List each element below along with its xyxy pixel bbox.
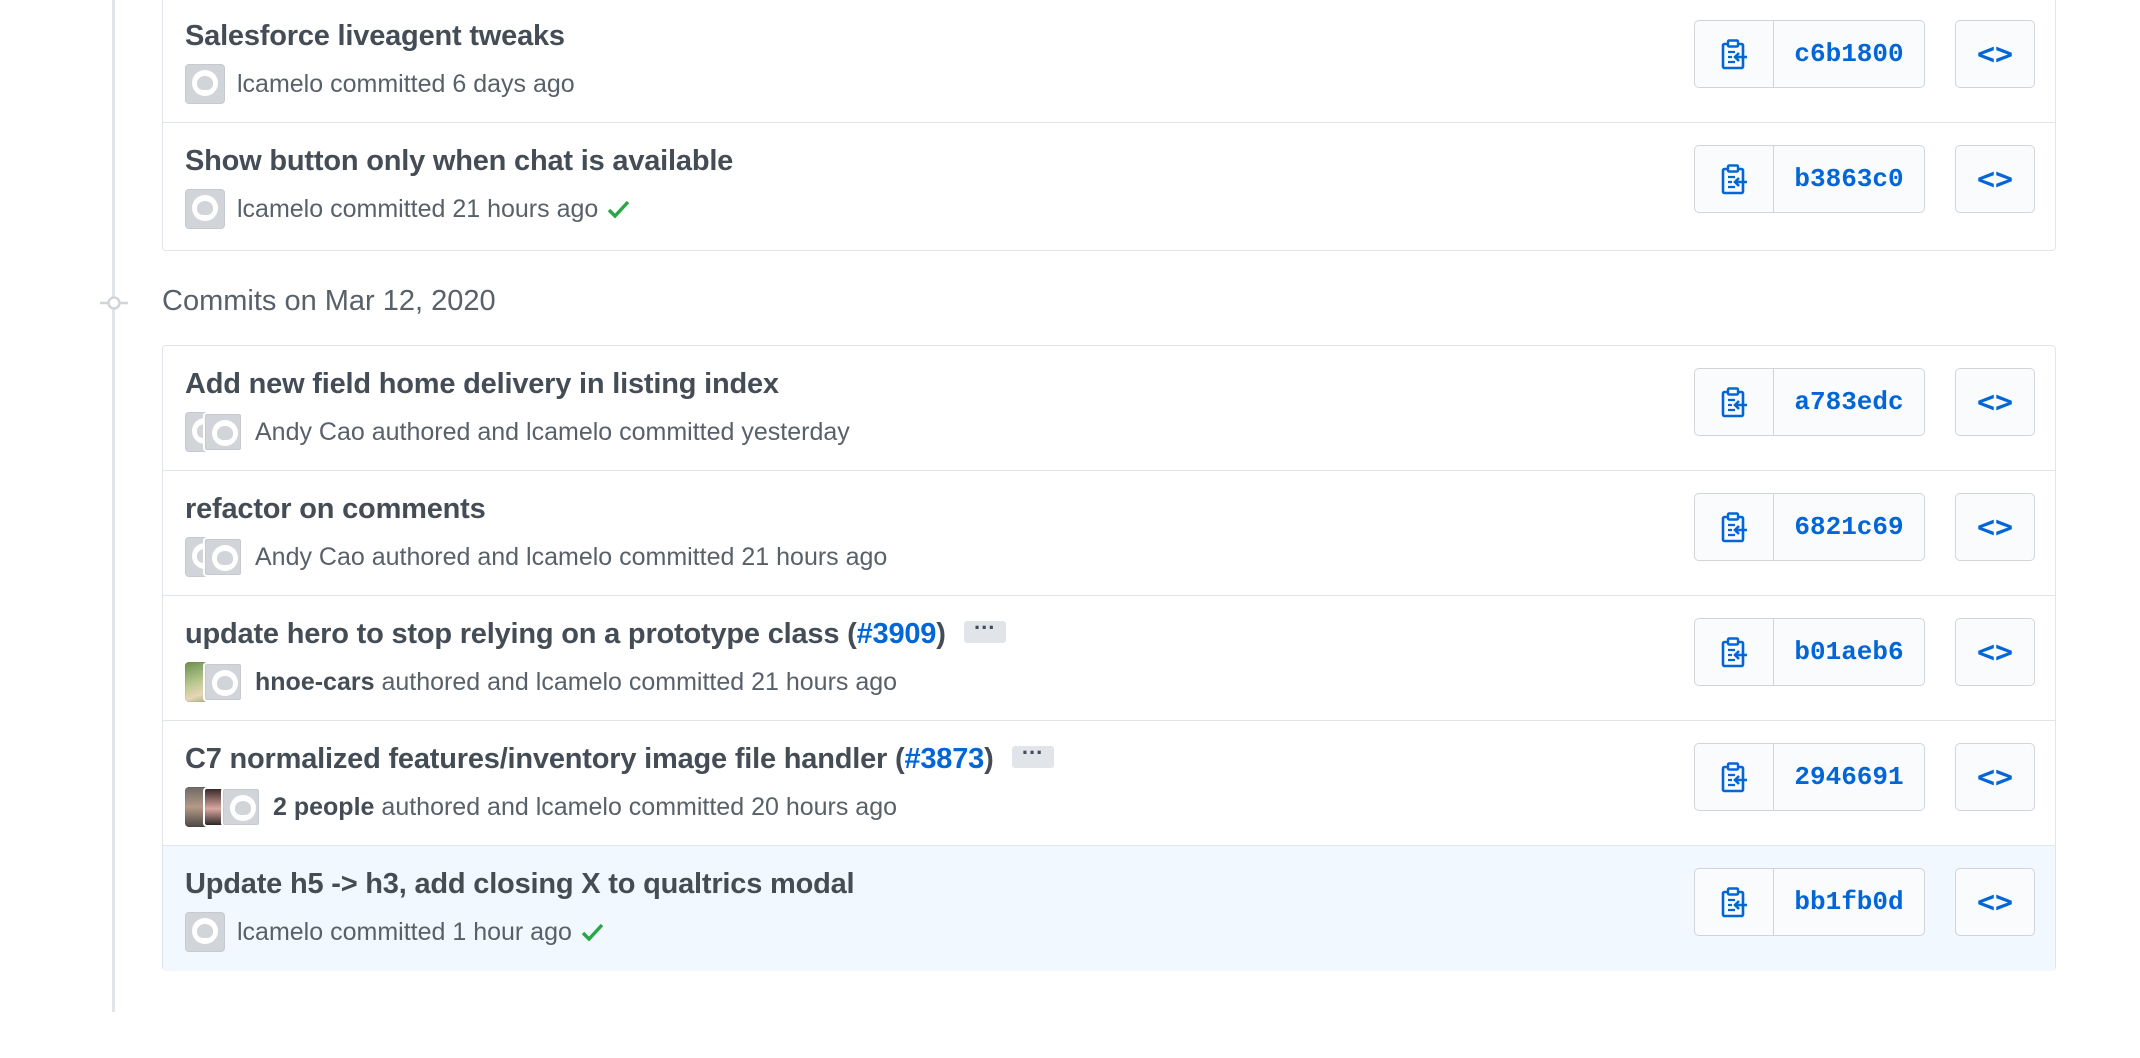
browse-repo-button[interactable]: <> [1955, 618, 2035, 686]
commit-meta-text: Andy Cao authored and lcamelo committed … [255, 542, 888, 571]
copy-sha-button[interactable] [1695, 494, 1774, 560]
commit-sha-link[interactable]: 2946691 [1774, 744, 1924, 810]
commit-meta: lcamelo committed 6 days ago [185, 62, 575, 106]
commit-sha-link[interactable]: bb1fb0d [1774, 869, 1924, 935]
code-icon: <> [1976, 36, 2014, 72]
avatar[interactable] [185, 189, 225, 229]
issue-link[interactable]: #3873 [904, 743, 984, 775]
commit-meta: hnoe-cars authored and lcamelo committed… [185, 660, 897, 704]
git-commit-icon [100, 296, 128, 310]
expand-message-button[interactable] [1011, 740, 1054, 769]
browse-repo-button[interactable]: <> [1955, 20, 2035, 88]
avatar[interactable] [185, 912, 225, 952]
commit-title[interactable]: Salesforce liveagent tweaks [185, 20, 565, 53]
clippy-icon [1721, 762, 1747, 793]
commit-row: update hero to stop relying on a prototy… [163, 596, 2055, 721]
avatar-stack [185, 662, 243, 702]
clippy-icon [1721, 164, 1747, 195]
browse-repo-button[interactable]: <> [1955, 868, 2035, 936]
commit-sha-link[interactable]: c6b1800 [1774, 21, 1924, 87]
commit-title[interactable]: Update h5 -> h3, add closing X to qualtr… [185, 868, 855, 901]
commit-title[interactable]: refactor on comments [185, 493, 486, 526]
code-icon: <> [1976, 509, 2014, 545]
sha-button-group: bb1fb0d [1694, 868, 1925, 936]
clippy-icon [1721, 637, 1747, 668]
check-icon[interactable] [580, 920, 604, 944]
commit-row: Add new field home delivery in listing i… [163, 346, 2055, 471]
avatar[interactable] [203, 537, 243, 577]
clippy-icon [1721, 387, 1747, 418]
avatar[interactable] [203, 662, 243, 702]
avatar-stack [185, 787, 261, 827]
commit-meta: lcamelo committed 21 hours ago [185, 187, 630, 231]
commit-row: refactor on comments Andy Cao authored a… [163, 471, 2055, 596]
commit-title-text[interactable]: C7 normalized features/inventory image f… [185, 743, 905, 775]
commit-row: Salesforce liveagent tweaks lcamelo comm… [163, 0, 2055, 123]
clippy-icon [1721, 39, 1747, 70]
commit-meta-text: lcamelo committed 6 days ago [237, 69, 575, 98]
browse-repo-button[interactable]: <> [1955, 493, 2035, 561]
copy-sha-button[interactable] [1695, 21, 1774, 87]
commit-meta-text: authored and lcamelo committed 21 hours … [381, 667, 898, 696]
commit-sha-link[interactable]: 6821c69 [1774, 494, 1924, 560]
sha-button-group: b3863c0 [1694, 145, 1925, 213]
browse-repo-button[interactable]: <> [1955, 368, 2035, 436]
code-icon: <> [1976, 884, 2014, 920]
commits-date-header: Commits on Mar 12, 2020 [162, 285, 496, 317]
check-icon[interactable] [606, 197, 630, 221]
commit-title: C7 normalized features/inventory image f… [185, 740, 1054, 776]
sha-button-group: b01aeb6 [1694, 618, 1925, 686]
code-icon: <> [1976, 634, 2014, 670]
copy-sha-button[interactable] [1695, 619, 1774, 685]
commit-row: Update h5 -> h3, add closing X to qualtr… [163, 846, 2055, 971]
commit-meta: lcamelo committed 1 hour ago [185, 910, 604, 954]
code-icon: <> [1976, 161, 2014, 197]
commit-meta-text: authored and lcamelo committed 20 hours … [381, 792, 898, 821]
commit-title[interactable]: Show button only when chat is available [185, 145, 733, 178]
avatar[interactable] [185, 64, 225, 104]
copy-sha-button[interactable] [1695, 744, 1774, 810]
commit-meta: 2 people authored and lcamelo committed … [185, 785, 897, 829]
browse-repo-button[interactable]: <> [1955, 145, 2035, 213]
commit-meta-text: lcamelo committed 21 hours ago [237, 194, 599, 223]
sha-button-group: 2946691 [1694, 743, 1925, 811]
commit-meta-text: Andy Cao authored and lcamelo committed … [255, 417, 850, 446]
expand-message-button[interactable] [963, 615, 1006, 644]
sha-button-group: 6821c69 [1694, 493, 1925, 561]
commit-sha-link[interactable]: b3863c0 [1774, 146, 1924, 212]
commit-title[interactable]: Add new field home delivery in listing i… [185, 368, 779, 401]
commit-meta: Andy Cao authored and lcamelo committed … [185, 410, 850, 454]
commit-title-suffix: ) [936, 618, 946, 650]
copy-sha-button[interactable] [1695, 869, 1774, 935]
author-link[interactable]: hnoe-cars [255, 668, 374, 697]
commit-title-suffix: ) [984, 743, 994, 775]
code-icon: <> [1976, 384, 2014, 420]
commit-group: Salesforce liveagent tweaks lcamelo comm… [162, 0, 2056, 251]
commit-sha-link[interactable]: a783edc [1774, 369, 1924, 435]
code-icon: <> [1976, 759, 2014, 795]
browse-repo-button[interactable]: <> [1955, 743, 2035, 811]
copy-sha-button[interactable] [1695, 146, 1774, 212]
commit-meta: Andy Cao authored and lcamelo committed … [185, 535, 887, 579]
commit-row: C7 normalized features/inventory image f… [163, 721, 2055, 846]
commit-sha-link[interactable]: b01aeb6 [1774, 619, 1924, 685]
commit-meta-text: lcamelo committed 1 hour ago [237, 917, 572, 946]
commit-title: update hero to stop relying on a prototy… [185, 615, 1006, 651]
commits-page: Salesforce liveagent tweaks lcamelo comm… [0, 0, 2140, 1058]
clippy-icon [1721, 887, 1747, 918]
commit-group: Add new field home delivery in listing i… [162, 345, 2056, 971]
avatar[interactable] [203, 412, 243, 452]
avatar[interactable] [221, 787, 261, 827]
avatar-stack [185, 537, 243, 577]
clippy-icon [1721, 512, 1747, 543]
copy-sha-button[interactable] [1695, 369, 1774, 435]
timeline-line [112, 0, 115, 1012]
commit-title-text[interactable]: update hero to stop relying on a prototy… [185, 618, 857, 650]
commit-row: Show button only when chat is available … [163, 123, 2055, 248]
sha-button-group: c6b1800 [1694, 20, 1925, 88]
sha-button-group: a783edc [1694, 368, 1925, 436]
avatar-stack [185, 412, 243, 452]
issue-link[interactable]: #3909 [857, 618, 937, 650]
author-link[interactable]: 2 people [273, 793, 374, 822]
